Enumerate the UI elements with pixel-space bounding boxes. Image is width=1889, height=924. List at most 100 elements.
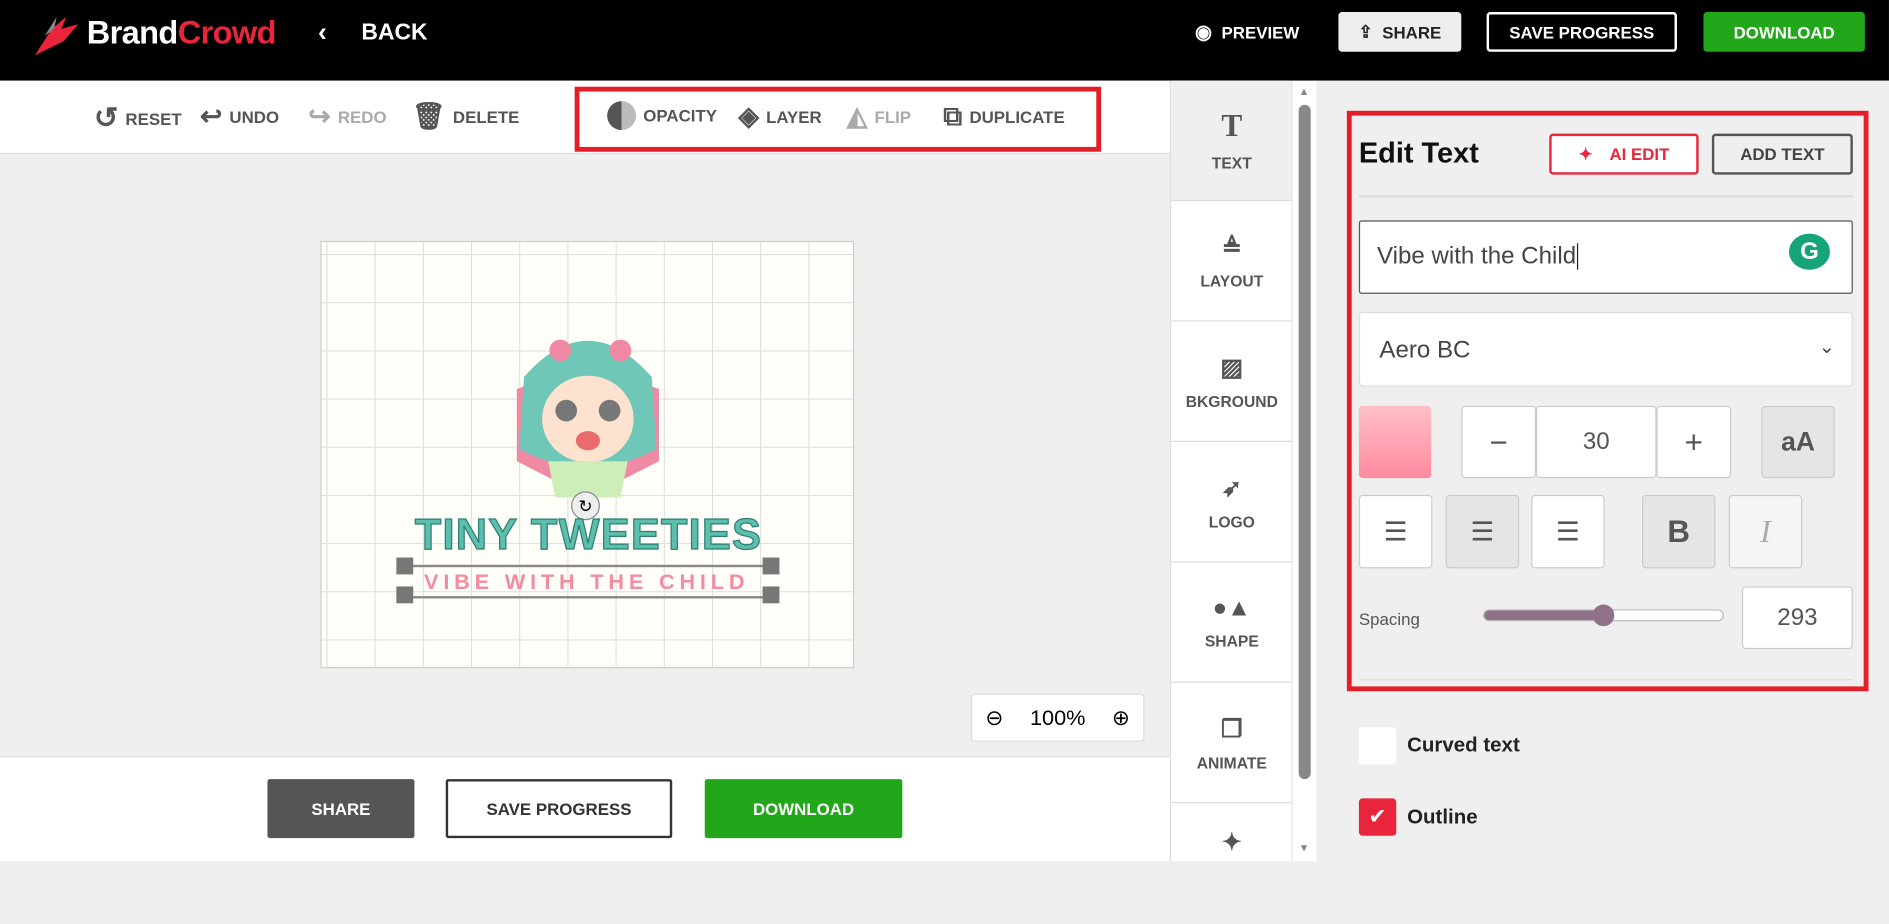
- align-left-icon: ☰: [1383, 515, 1408, 547]
- background-icon: ▨: [1220, 354, 1244, 382]
- bottom-share-button[interactable]: SHARE: [267, 779, 415, 839]
- back-chevron-icon[interactable]: ‹: [318, 17, 327, 48]
- layer-label: LAYER: [766, 107, 822, 127]
- duplicate-button[interactable]: ⧉ DUPLICATE: [943, 101, 1064, 132]
- nav-ai[interactable]: ✦: [1171, 803, 1293, 923]
- check-icon: ✔: [1368, 804, 1387, 829]
- text-cursor: [1577, 243, 1579, 270]
- resize-handle[interactable]: [396, 586, 414, 604]
- spacing-slider-thumb[interactable]: [1592, 604, 1615, 627]
- scroll-up-icon[interactable]: ▲: [1299, 85, 1310, 97]
- align-right-icon: ☰: [1556, 515, 1580, 547]
- italic-button[interactable]: I: [1728, 494, 1803, 569]
- spacing-input[interactable]: 293: [1741, 586, 1853, 650]
- text-case-button[interactable]: aA: [1761, 405, 1835, 479]
- zoom-in-icon[interactable]: ⊕: [1112, 705, 1130, 730]
- scrollbar-thumb[interactable]: [1298, 104, 1311, 780]
- brand-text: Brand: [86, 14, 179, 51]
- layer-button[interactable]: ◈ LAYER: [738, 101, 821, 132]
- side-nav: T TEXT ≜ LAYOUT ▨ BKGROUND ➶ LOGO ●▲ SHAPE ❐ A…: [1169, 80, 1293, 862]
- nav-label: LAYOUT: [1200, 271, 1264, 290]
- logo-icon: ➶: [1221, 475, 1242, 502]
- eye-icon: ◉: [1195, 22, 1212, 43]
- nav-text[interactable]: T TEXT: [1170, 80, 1293, 202]
- font-select-value: Aero BC: [1379, 337, 1471, 364]
- selected-tagline-text[interactable]: VIBE WITH THE CHILD: [405, 564, 768, 599]
- share-button[interactable]: ⇪ SHARE: [1338, 12, 1462, 52]
- grammarly-icon[interactable]: G: [1788, 233, 1830, 270]
- flip-icon: ◭: [846, 101, 868, 132]
- opacity-button[interactable]: OPACITY: [607, 101, 718, 131]
- align-center-icon: ☰: [1470, 515, 1495, 547]
- reset-label: RESET: [125, 108, 182, 129]
- add-text-button[interactable]: ADD TEXT: [1711, 133, 1853, 175]
- sparkle-icon: ✦: [1221, 829, 1242, 857]
- text-icon: T: [1221, 108, 1243, 144]
- spacing-slider-fill: [1484, 610, 1604, 621]
- scroll-down-icon[interactable]: ▼: [1299, 842, 1310, 854]
- font-size-input[interactable]: 30: [1535, 405, 1657, 479]
- font-size-decrease-button[interactable]: −: [1461, 405, 1536, 479]
- nav-layout[interactable]: ≜ LAYOUT: [1170, 201, 1293, 322]
- outline-label: Outline: [1407, 805, 1478, 829]
- bold-button[interactable]: B: [1642, 494, 1716, 569]
- back-link[interactable]: BACK: [361, 20, 427, 46]
- align-right-button[interactable]: ☰: [1531, 494, 1605, 569]
- share-label: SHARE: [1382, 22, 1442, 42]
- spacing-label: Spacing: [1358, 609, 1420, 629]
- undo-icon: ↩: [199, 101, 223, 132]
- nav-animate[interactable]: ❐ ANIMATE: [1170, 683, 1293, 804]
- download-button[interactable]: DOWNLOAD: [1703, 12, 1865, 52]
- undo-label: UNDO: [229, 107, 280, 127]
- nav-label: LOGO: [1208, 512, 1255, 531]
- preview-label: PREVIEW: [1221, 22, 1300, 42]
- chevron-down-icon: ⌄: [1818, 337, 1835, 358]
- reset-button[interactable]: ↺ RESET: [94, 101, 182, 136]
- undo-button[interactable]: ↩ UNDO: [200, 101, 279, 132]
- flip-label: FLIP: [874, 107, 912, 127]
- resize-handle[interactable]: [396, 557, 414, 575]
- outline-checkbox[interactable]: ✔: [1358, 798, 1397, 836]
- ai-edit-label: AI EDIT: [1609, 144, 1670, 164]
- delete-button[interactable]: 🗑 DELETE: [412, 101, 519, 132]
- font-size-increase-button[interactable]: +: [1656, 405, 1732, 479]
- curved-text-label: Curved text: [1407, 733, 1520, 757]
- align-center-button[interactable]: ☰: [1445, 494, 1520, 569]
- brandcrowd-logo-icon: [34, 16, 79, 56]
- brand-logo[interactable]: BrandCrowd: [86, 14, 277, 51]
- curved-text-checkbox[interactable]: [1358, 727, 1397, 765]
- opacity-label: OPACITY: [643, 105, 718, 126]
- text-input[interactable]: Vibe with the Child G: [1358, 220, 1853, 294]
- zoom-control: ⊖ 100% ⊕: [970, 693, 1145, 742]
- sparkle-icon: ✦: [1578, 143, 1593, 164]
- redo-button[interactable]: ↪ REDO: [308, 101, 386, 132]
- zoom-out-icon[interactable]: ⊖: [985, 705, 1003, 730]
- resize-handle[interactable]: [762, 586, 780, 604]
- scrollbar[interactable]: ▲ ▼: [1291, 80, 1317, 862]
- resize-handle[interactable]: [762, 557, 780, 575]
- opacity-icon: [607, 101, 637, 131]
- panel-title: Edit Text: [1358, 137, 1479, 170]
- design-canvas[interactable]: ↻ TINY TWEETIES VIBE WITH THE CHILD: [320, 240, 856, 669]
- spacing-slider[interactable]: [1482, 604, 1724, 627]
- redo-icon: ↪: [308, 101, 331, 132]
- save-progress-button[interactable]: SAVE PROGRESS: [1486, 12, 1677, 52]
- design-title[interactable]: TINY TWEETIES: [322, 509, 856, 560]
- layers-icon: ◈: [738, 101, 759, 132]
- text-input-value: Vibe with the Child: [1376, 243, 1577, 270]
- bottom-save-progress-button[interactable]: SAVE PROGRESS: [445, 779, 673, 839]
- nav-background[interactable]: ▨ BKGROUND: [1170, 322, 1293, 442]
- duplicate-label: DUPLICATE: [969, 107, 1065, 127]
- preview-button[interactable]: ◉ PREVIEW: [1195, 12, 1299, 52]
- reset-icon: ↺: [93, 102, 119, 135]
- nav-logo[interactable]: ➶ LOGO: [1170, 442, 1293, 563]
- bottom-download-button[interactable]: DOWNLOAD: [704, 779, 903, 839]
- align-left-button[interactable]: ☰: [1358, 494, 1433, 569]
- flip-button[interactable]: ◭ FLIP: [847, 101, 911, 132]
- font-select[interactable]: Aero BC ⌄: [1358, 311, 1853, 387]
- redo-label: REDO: [337, 107, 387, 127]
- text-color-swatch[interactable]: [1358, 405, 1432, 479]
- delete-label: DELETE: [452, 107, 520, 127]
- ai-edit-button[interactable]: ✦ AI EDIT: [1549, 133, 1699, 175]
- nav-shape[interactable]: ●▲ SHAPE: [1170, 562, 1293, 683]
